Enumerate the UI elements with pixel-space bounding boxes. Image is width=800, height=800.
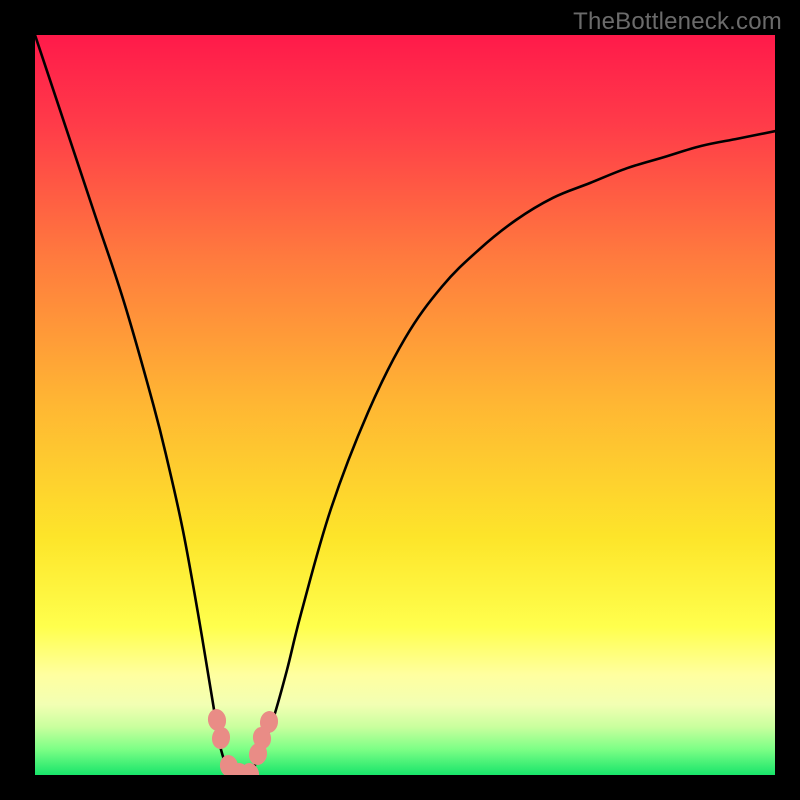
chart-frame: TheBottleneck.com [0, 0, 800, 800]
bottleneck-curve [35, 35, 775, 775]
watermark-text: TheBottleneck.com [573, 8, 782, 36]
plot-area [35, 35, 775, 775]
